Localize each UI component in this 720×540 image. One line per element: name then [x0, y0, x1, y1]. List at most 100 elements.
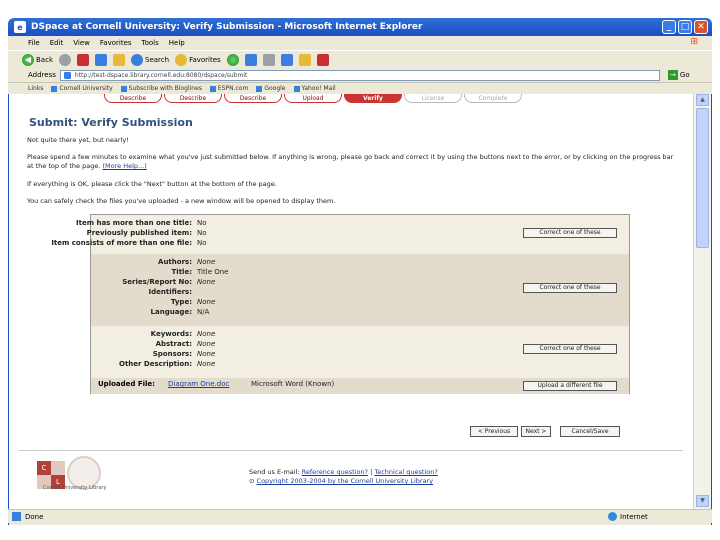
favorites-button[interactable]: Favorites: [175, 53, 221, 66]
uploaded-file-format: Microsoft Word (Known): [251, 380, 335, 388]
review-section-describe: Authors: None Title: Title One Series/Repo…: [91, 254, 629, 326]
go-button[interactable]: → Go: [667, 70, 690, 80]
globe-icon: [608, 512, 617, 521]
window-title: DSpace at Cornell University: Verify Sub…: [31, 22, 423, 32]
footer-contact: Send us E-mail: Reference question? | Te…: [249, 468, 438, 476]
stop-icon[interactable]: [77, 53, 89, 66]
more-help-link[interactable]: (More Help...): [103, 162, 147, 170]
page-done-icon: [12, 512, 21, 521]
footer-copyright: ⊙ Copyright 2003-2004 by the Cornell Uni…: [249, 477, 433, 485]
page-icon: [120, 85, 127, 92]
status-text: Done: [25, 512, 44, 521]
progress-step-describe-3[interactable]: Describe: [224, 94, 282, 103]
address-bar: Address http://test-dspace.library.corne…: [8, 68, 712, 82]
back-arrow-icon: ◀: [22, 53, 34, 66]
uploaded-file-label: Uploaded File:: [98, 380, 155, 388]
review-row: Item has more than one title: No: [76, 219, 207, 227]
uploaded-file-link[interactable]: Diagram One.doc: [168, 380, 229, 388]
window-titlebar: e DSpace at Cornell University: Verify S…: [8, 18, 712, 36]
review-row: Authors: None: [158, 258, 216, 266]
progress-step-describe-2[interactable]: Describe: [164, 94, 222, 103]
page-icon: [51, 85, 58, 92]
review-row: Type: None: [170, 298, 216, 306]
review-table: Item has more than one title: No Previous…: [51, 214, 630, 394]
progress-step-upload[interactable]: Upload: [284, 94, 342, 103]
link-cornell[interactable]: Cornell University: [51, 85, 113, 92]
status-bar: Done Internet: [8, 509, 712, 523]
go-arrow-icon: →: [667, 70, 678, 80]
review-row: Title: Title One: [171, 268, 229, 276]
progress-step-verify: Verify: [344, 94, 402, 103]
copyright-link[interactable]: Copyright 2003-2004 by the Cornell Unive…: [257, 477, 434, 485]
correct-initial-button[interactable]: Correct one of these: [523, 228, 617, 238]
link-yahoo-mail[interactable]: Yahoo! Mail: [293, 85, 336, 92]
review-row: Item consists of more than one file: No: [51, 239, 207, 247]
review-section-initial: Item has more than one title: No Previous…: [51, 215, 629, 254]
previous-button[interactable]: < Previous: [470, 426, 518, 437]
review-row: Identifiers:: [148, 288, 192, 296]
maximize-button[interactable]: □: [678, 20, 692, 34]
close-button[interactable]: ✕: [694, 20, 708, 34]
technical-question-link[interactable]: Technical question?: [374, 468, 437, 476]
scroll-down-icon[interactable]: ▼: [696, 495, 709, 507]
history-icon[interactable]: [226, 53, 239, 66]
vertical-scrollbar[interactable]: ▲ ▼: [693, 94, 711, 509]
menu-tools[interactable]: Tools: [142, 39, 159, 47]
page-icon: [256, 85, 263, 92]
window-controls: _ □ ✕: [662, 20, 708, 34]
address-input[interactable]: http://test-dspace.library.cornell.edu:8…: [59, 69, 660, 81]
edit-icon[interactable]: [280, 53, 293, 66]
messenger-icon[interactable]: [316, 53, 329, 66]
file-check-text: You can safely check the files you've up…: [27, 197, 336, 205]
mail-icon[interactable]: [244, 53, 257, 66]
page-content: Describe Describe Describe Upload Verify…: [9, 94, 693, 509]
folder-icon[interactable]: [298, 53, 311, 66]
home-icon[interactable]: [113, 53, 125, 66]
cancel-save-button[interactable]: Cancel/Save: [560, 426, 620, 437]
footer-divider: [19, 450, 683, 451]
review-row: Previously published item: No: [86, 229, 207, 237]
toolbar: ◀ Back Search Favorites: [8, 50, 712, 68]
links-bar: Links Cornell University Subscribe with …: [8, 82, 712, 94]
reference-question-link[interactable]: Reference question?: [302, 468, 368, 476]
link-google[interactable]: Google: [256, 85, 286, 92]
forward-arrow-icon[interactable]: [59, 53, 71, 66]
address-label: Address: [28, 71, 56, 79]
next-button[interactable]: Next >: [521, 426, 551, 437]
search-button[interactable]: Search: [131, 53, 169, 66]
star-icon: [175, 53, 188, 66]
ie-icon: e: [14, 21, 26, 33]
menu-view[interactable]: View: [73, 39, 90, 47]
review-row: Keywords: None: [150, 330, 216, 338]
menu-favorites[interactable]: Favorites: [100, 39, 132, 47]
progress-step-describe-1[interactable]: Describe: [104, 94, 162, 103]
link-bloglines[interactable]: Subscribe with Bloglines: [120, 85, 202, 92]
correct-describe-button[interactable]: Correct one of these: [523, 283, 617, 293]
progress-step-license: License: [404, 94, 462, 103]
menu-help[interactable]: Help: [169, 39, 185, 47]
security-zone: Internet: [608, 512, 648, 521]
correct-describe-2-button[interactable]: Correct one of these: [523, 344, 617, 354]
page-icon: [209, 85, 216, 92]
scroll-thumb[interactable]: [696, 108, 709, 248]
review-row: Other Description: None: [119, 360, 216, 368]
links-label: Links: [28, 85, 44, 92]
review-row: Abstract: None: [155, 340, 216, 348]
upload-different-file-button[interactable]: Upload a different file: [523, 381, 617, 391]
refresh-icon[interactable]: [95, 53, 107, 66]
library-name: Cornell University Library: [43, 485, 107, 491]
back-button[interactable]: ◀ Back: [22, 53, 53, 66]
uploaded-file-row: Uploaded File: Diagram One.doc Microsoft…: [91, 380, 629, 392]
menubar: File Edit View Favorites Tools Help ⊞: [8, 36, 712, 50]
minimize-button[interactable]: _: [662, 20, 676, 34]
print-icon[interactable]: [262, 53, 275, 66]
review-section-describe-2: Keywords: None Abstract: None Sponsors: Non…: [91, 326, 629, 378]
scroll-up-icon[interactable]: ▲: [696, 94, 709, 106]
intro-text: Not quite there yet, but nearly!: [27, 136, 129, 144]
link-espn[interactable]: ESPN.com: [209, 85, 248, 92]
submission-progress-bar: Describe Describe Describe Upload Verify…: [104, 94, 522, 103]
review-row: Series/Report No: None: [122, 278, 216, 286]
review-row: Language: N/A: [150, 308, 210, 316]
menu-file[interactable]: File: [28, 39, 40, 47]
menu-edit[interactable]: Edit: [50, 39, 64, 47]
